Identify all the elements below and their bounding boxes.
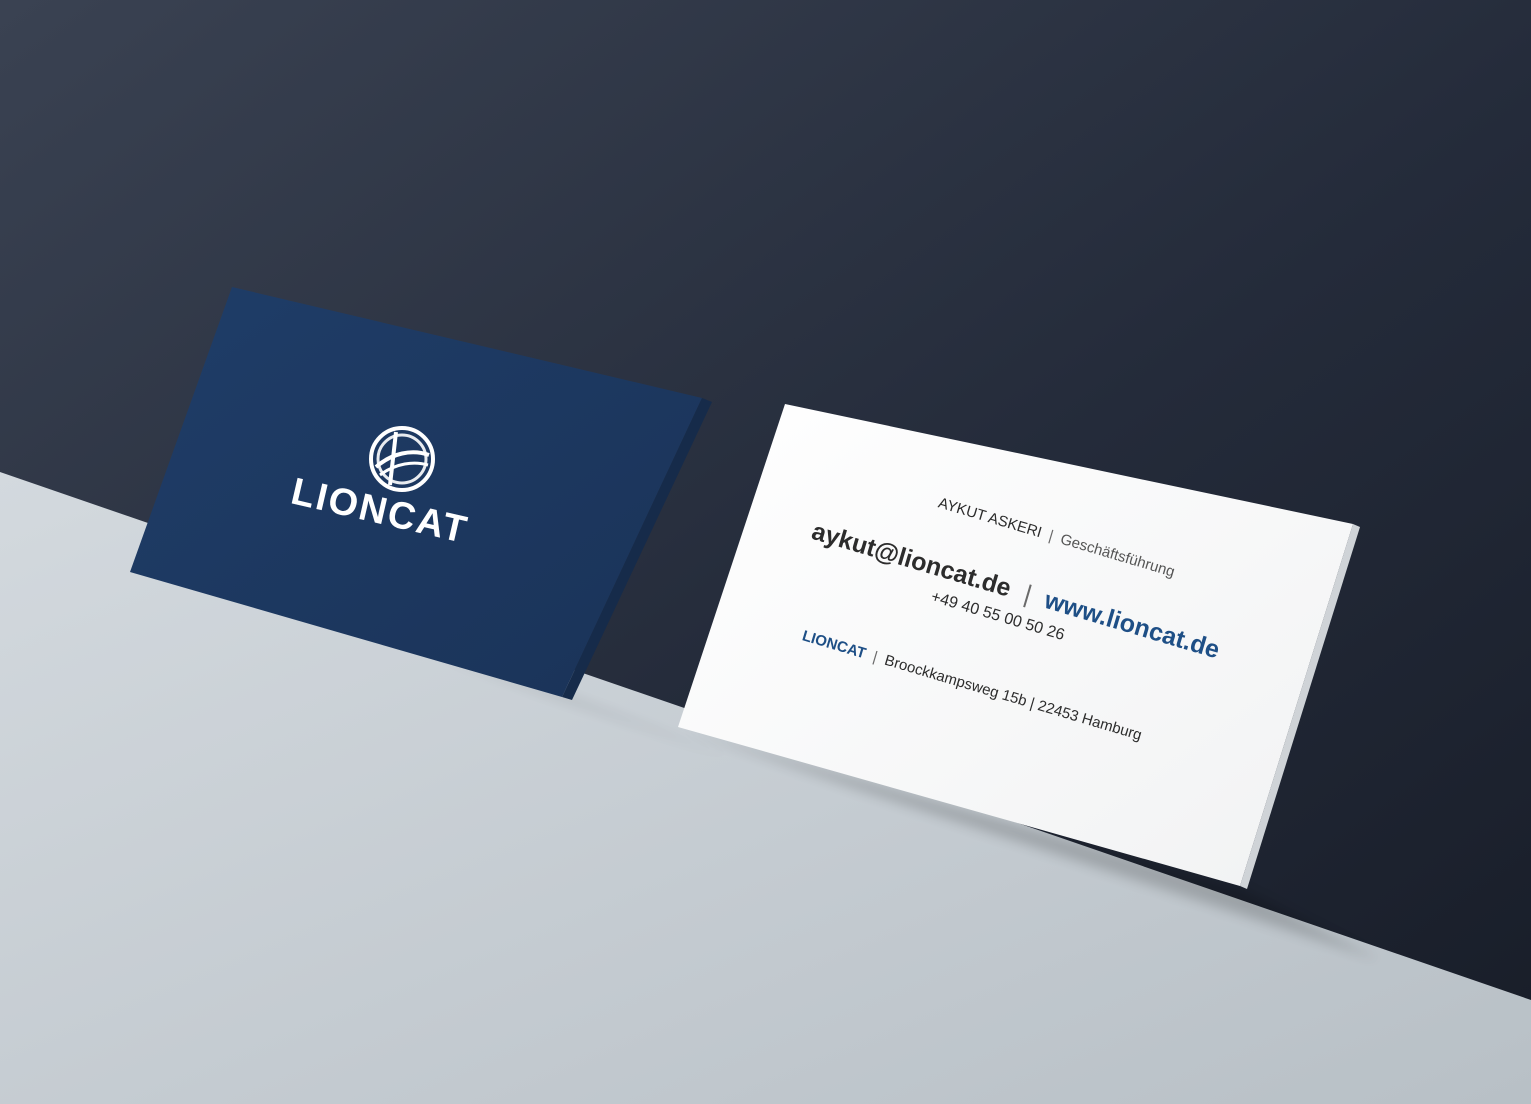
business-card-mockup-scene: LIONCAT AYKUT ASKERI | Geschäftsführung … xyxy=(0,0,1531,1104)
mockup-illustration: LIONCAT AYKUT ASKERI | Geschäftsführung … xyxy=(0,0,1531,1104)
